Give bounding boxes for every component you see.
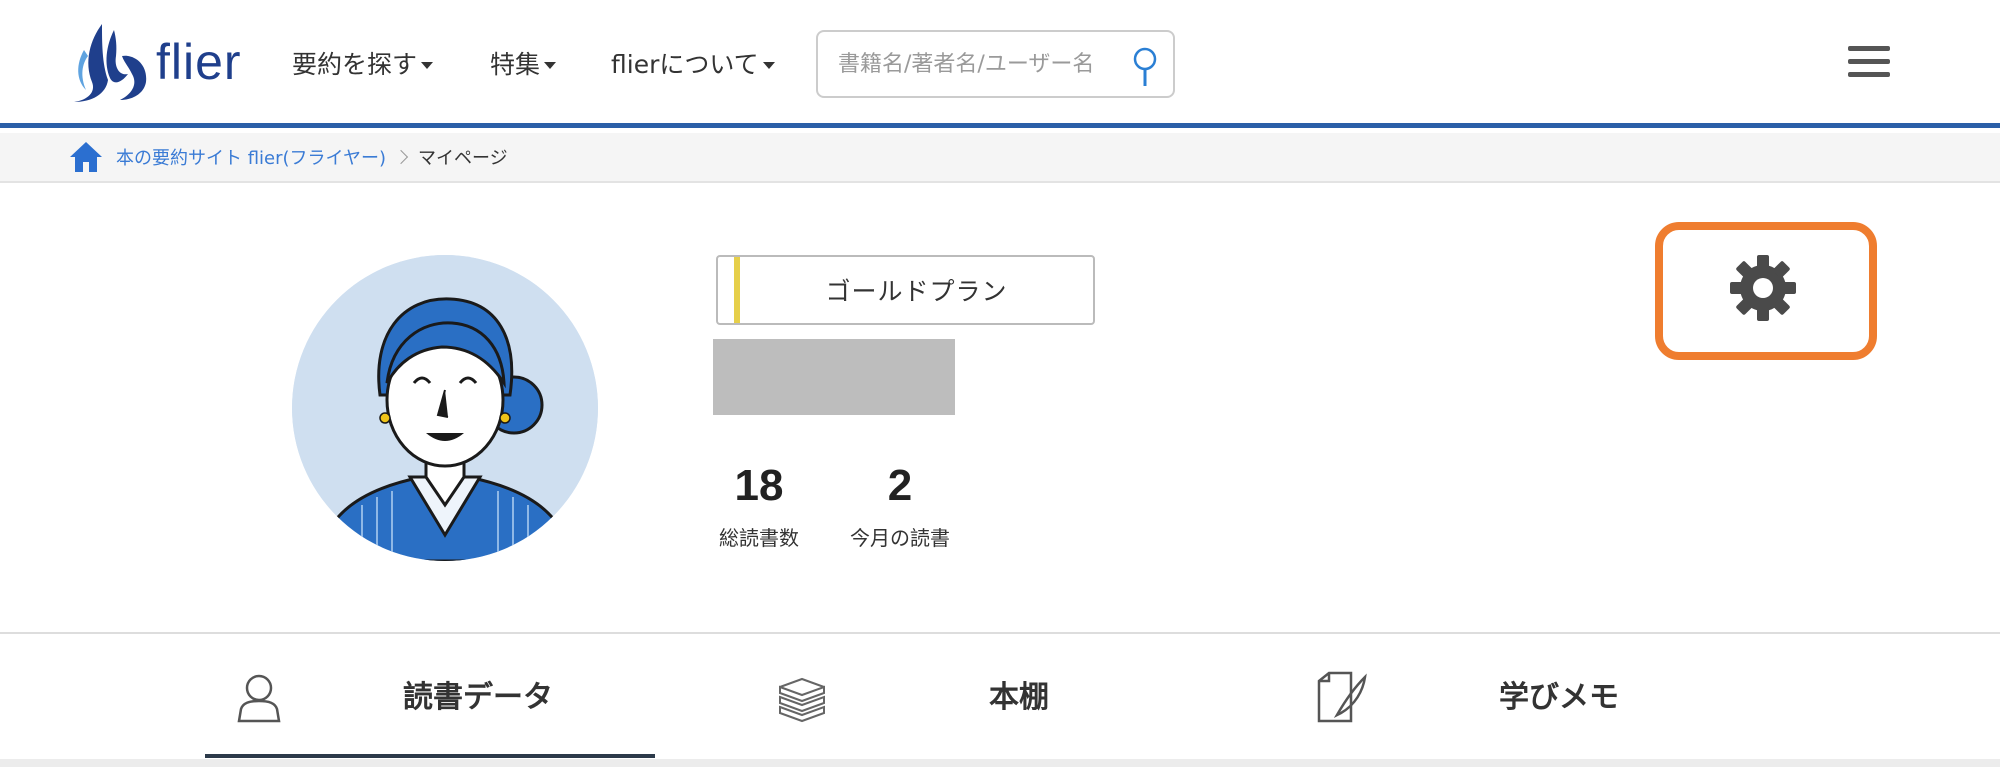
tab-learning-memo[interactable]: 学びメモ [1305, 636, 1755, 758]
site-header: flier 要約を探す 特集 flierについて [0, 0, 2000, 128]
caret-down-icon [544, 61, 557, 69]
tabs-bottom-bar [0, 759, 2000, 767]
breadcrumb-current: マイページ [418, 148, 508, 169]
person-icon [237, 674, 281, 723]
caret-down-icon [421, 61, 434, 69]
search-input[interactable] [838, 46, 1108, 82]
gear-icon[interactable] [1728, 253, 1798, 323]
nav-features[interactable]: 特集 [490, 45, 557, 81]
logo-text: flier [156, 34, 242, 90]
stat-value: 18 [734, 461, 784, 510]
hamburger-menu-icon[interactable] [1848, 46, 1892, 78]
stat-month-books: 2 今月の読書 [845, 462, 955, 551]
stat-label: 今月の読書 [850, 526, 950, 550]
stat-value: 2 [887, 461, 913, 510]
caret-down-icon [762, 61, 775, 69]
plan-label: ゴールドプラン [825, 277, 1008, 306]
nav-label: 要約を探す [292, 50, 418, 79]
breadcrumb: 本の要約サイト flier(フライヤー) マイページ [0, 133, 2000, 183]
search-box [816, 30, 1175, 98]
tab-reading-data[interactable]: 読書データ [205, 636, 655, 758]
username-redacted [713, 339, 955, 415]
tab-label: 学びメモ [1499, 680, 1619, 715]
stat-total-books: 18 総読書数 [716, 462, 802, 551]
stat-label: 総読書数 [719, 526, 799, 550]
avatar [292, 255, 598, 561]
memo-quill-icon [1317, 671, 1367, 723]
user-illustration-icon [292, 255, 598, 561]
flier-logo[interactable]: flier [62, 20, 252, 104]
nav-find-summaries[interactable]: 要約を探す [292, 45, 434, 81]
book-stack-icon [779, 677, 825, 723]
tabs-divider [0, 632, 2000, 634]
nav-about-flier[interactable]: flierについて [611, 45, 775, 81]
tab-label: 本棚 [989, 680, 1049, 715]
nav-label: flierについて [611, 50, 759, 79]
search-icon[interactable] [1131, 46, 1159, 88]
flier-logo-icon [74, 24, 147, 102]
plan-badge: ゴールドプラン [716, 255, 1095, 325]
nav-label: 特集 [490, 50, 541, 79]
home-icon[interactable] [68, 140, 104, 174]
tab-label: 読書データ [403, 680, 553, 715]
breadcrumb-home-link[interactable]: 本の要約サイト flier(フライヤー) [116, 144, 386, 170]
chevron-right-icon [393, 149, 409, 165]
tab-bookshelf[interactable]: 本棚 [760, 636, 1210, 758]
